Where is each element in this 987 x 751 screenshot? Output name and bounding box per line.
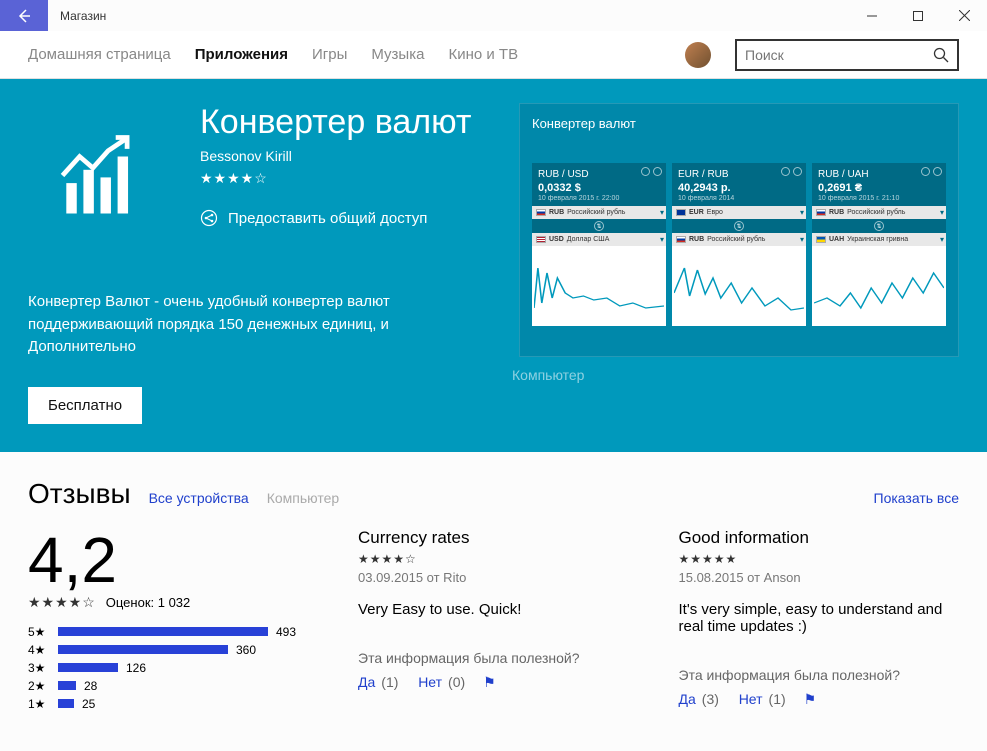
close-button[interactable] xyxy=(941,0,987,31)
review-title: Good information xyxy=(679,528,960,548)
screenshot-tile: RUB / UAH0,2691 ₴10 февраля 2015 г. 21:1… xyxy=(812,163,946,326)
share-button[interactable]: Предоставить общий доступ xyxy=(200,209,471,227)
screenshot-tile: EUR / RUB40,2943 р.10 февраля 2014EUR Ев… xyxy=(672,163,806,326)
app-icon xyxy=(28,103,172,247)
ratings-count: Оценок: 1 032 xyxy=(106,595,191,610)
hero: Конвертер валют Bessonov Kirill ★★★★☆ Пр… xyxy=(0,79,987,452)
app-rating: ★★★★☆ xyxy=(200,170,471,187)
screenshot[interactable]: Конвертер валют RUB / USD0,0332 $10 февр… xyxy=(519,103,959,357)
rating-bar-row: 3★126 xyxy=(28,661,318,675)
chart-icon xyxy=(53,128,148,223)
user-avatar[interactable] xyxy=(685,42,711,68)
maximize-button[interactable] xyxy=(895,0,941,31)
nav-home[interactable]: Домашняя страница xyxy=(28,46,171,63)
review-summary: 4,2 ★★★★☆ Оценок: 1 032 5★493 4★360 3★126 2… xyxy=(28,528,318,715)
rating-bar-row: 5★493 xyxy=(28,625,318,639)
filter-all-devices[interactable]: Все устройства xyxy=(149,490,249,506)
app-publisher[interactable]: Bessonov Kirill xyxy=(200,148,471,164)
review-meta: 15.08.2015 от Anson xyxy=(679,570,960,585)
screenshot-caption: Компьютер xyxy=(512,367,959,383)
rating-bar-row: 2★28 xyxy=(28,679,318,693)
nav-music[interactable]: Музыка xyxy=(371,46,424,63)
nav-apps[interactable]: Приложения xyxy=(195,46,288,63)
avg-score: 4,2 xyxy=(28,528,318,592)
helpful-question: Эта информация была полезной? xyxy=(679,667,960,683)
avg-stars: ★★★★☆ xyxy=(28,594,96,611)
app-title: Конвертер валют xyxy=(200,103,471,142)
review-item: Good information ★★★★★ 15.08.2015 от Anson… xyxy=(679,528,960,715)
report-icon[interactable]: ⚑ xyxy=(483,674,496,691)
window-title: Магазин xyxy=(60,9,106,23)
helpful-yes[interactable]: Да xyxy=(679,691,696,707)
navbar: Домашняя страница Приложения Игры Музыка… xyxy=(0,31,987,79)
share-label: Предоставить общий доступ xyxy=(228,210,427,227)
helpful-question: Эта информация была полезной? xyxy=(358,650,639,666)
filter-pc[interactable]: Компьютер xyxy=(267,490,339,506)
screenshot-tile: RUB / USD0,0332 $10 февраля 2015 г. 22:0… xyxy=(532,163,666,326)
price-button[interactable]: Бесплатно xyxy=(28,387,142,424)
nav-movies[interactable]: Кино и ТВ xyxy=(448,46,518,63)
report-icon[interactable]: ⚑ xyxy=(804,691,817,708)
share-icon xyxy=(200,209,218,227)
app-description: Конвертер Валют - очень удобный конверте… xyxy=(28,291,468,359)
screenshot-title: Конвертер валют xyxy=(532,116,946,131)
titlebar: Магазин xyxy=(0,0,987,31)
search-box[interactable] xyxy=(735,39,959,71)
window-controls xyxy=(849,0,987,31)
back-button[interactable] xyxy=(0,0,48,31)
reviews-heading: Отзывы xyxy=(28,478,131,510)
content-scroll[interactable]: Конвертер валют Bessonov Kirill ★★★★☆ Пр… xyxy=(0,79,987,751)
nav-games[interactable]: Игры xyxy=(312,46,347,63)
review-stars: ★★★★★ xyxy=(679,552,960,566)
review-item: Currency rates ★★★★☆ 03.09.2015 от Rito Ver… xyxy=(358,528,639,715)
minimize-button[interactable] xyxy=(849,0,895,31)
helpful-no[interactable]: Нет xyxy=(739,691,763,707)
review-stars: ★★★★☆ xyxy=(358,552,639,566)
review-title: Currency rates xyxy=(358,528,639,548)
review-meta: 03.09.2015 от Rito xyxy=(358,570,639,585)
review-text: Very Easy to use. Quick! xyxy=(358,601,639,618)
helpful-yes[interactable]: Да xyxy=(358,674,375,690)
review-text: It's very simple, easy to understand and… xyxy=(679,601,960,635)
reviews-section: Отзывы Все устройства Компьютер Показать… xyxy=(0,452,987,741)
search-icon xyxy=(933,47,949,63)
helpful-no[interactable]: Нет xyxy=(418,674,442,690)
show-all-link[interactable]: Показать все xyxy=(874,490,959,506)
search-input[interactable] xyxy=(745,47,933,63)
rating-bar-row: 1★25 xyxy=(28,697,318,711)
rating-bar-row: 4★360 xyxy=(28,643,318,657)
arrow-left-icon xyxy=(15,7,33,25)
